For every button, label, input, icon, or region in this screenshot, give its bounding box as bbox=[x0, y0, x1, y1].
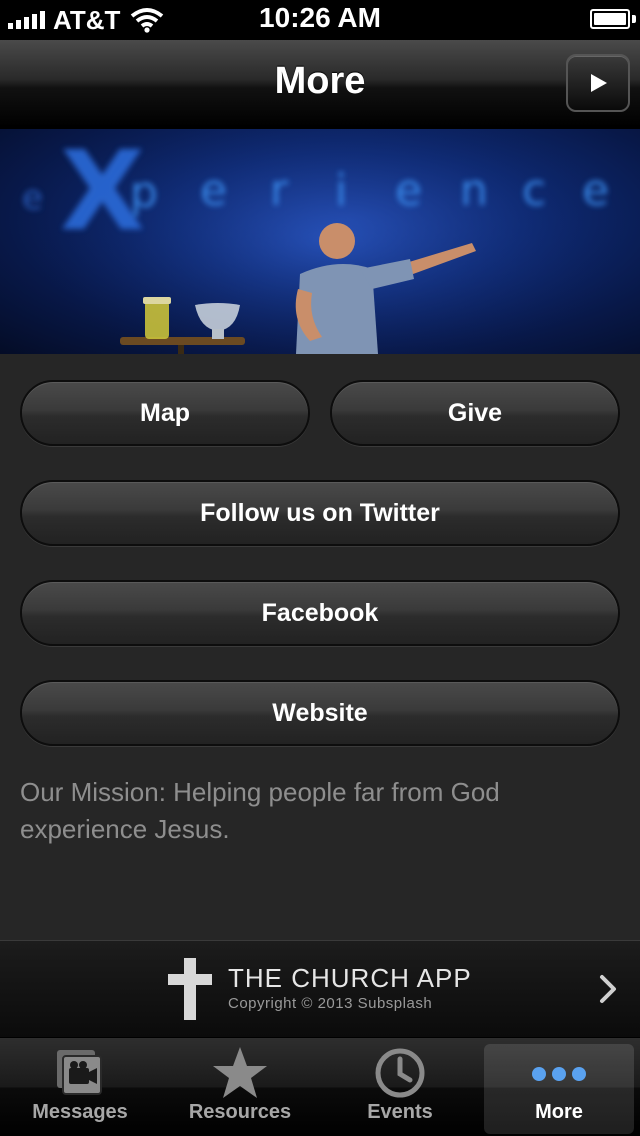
svg-text:c: c bbox=[522, 165, 546, 216]
play-icon bbox=[591, 74, 607, 92]
svg-text:e: e bbox=[200, 165, 227, 216]
church-app-banner[interactable]: THE CHURCH APP Copyright © 2013 Subsplas… bbox=[0, 940, 640, 1038]
twitter-button[interactable]: Follow us on Twitter bbox=[20, 480, 620, 546]
tab-events[interactable]: Events bbox=[320, 1038, 480, 1136]
tab-more[interactable]: More bbox=[484, 1044, 634, 1134]
page-title: More bbox=[274, 60, 366, 102]
tab-label-resources: Resources bbox=[188, 1101, 292, 1123]
svg-text:r: r bbox=[270, 165, 289, 216]
cross-icon bbox=[168, 958, 212, 1020]
status-bar: AT&T 10:26 AM bbox=[0, 0, 640, 40]
svg-text:i: i bbox=[335, 165, 347, 216]
tab-bar: Messages Resources Events More bbox=[0, 1038, 640, 1136]
tab-resources[interactable]: Resources bbox=[160, 1038, 320, 1136]
banner-illustration: e X p e r i e n c e bbox=[22, 129, 630, 354]
tab-messages[interactable]: Messages bbox=[0, 1038, 160, 1136]
church-app-title: THE CHURCH APP bbox=[228, 963, 472, 993]
battery-icon bbox=[590, 9, 630, 29]
church-banner-image: e X p e r i e n c e bbox=[0, 129, 640, 354]
svg-text:e: e bbox=[395, 165, 422, 216]
svg-text:e: e bbox=[22, 178, 43, 218]
website-button[interactable]: Website bbox=[20, 680, 620, 746]
navigation-bar: More bbox=[0, 40, 640, 128]
svg-text:e: e bbox=[582, 165, 609, 216]
facebook-button[interactable]: Facebook bbox=[20, 580, 620, 646]
status-time: 10:26 AM bbox=[259, 2, 381, 33]
tab-label-more: More bbox=[535, 1101, 583, 1123]
mission-text: Our Mission: Helping people far from God… bbox=[20, 777, 500, 844]
more-content: Map Give Follow us on Twitter Facebook W… bbox=[0, 354, 640, 940]
more-dots-icon bbox=[529, 1044, 589, 1100]
map-button[interactable]: Map bbox=[20, 380, 310, 446]
give-button[interactable]: Give bbox=[330, 380, 620, 446]
svg-text:n: n bbox=[460, 165, 488, 216]
svg-text:p: p bbox=[130, 167, 158, 218]
play-button[interactable] bbox=[566, 54, 630, 112]
copyright-text: Copyright © 2013 Subsplash bbox=[228, 995, 433, 1012]
chevron-right-icon bbox=[600, 975, 616, 1003]
tab-label-events: Events bbox=[367, 1101, 433, 1123]
battery-tip bbox=[632, 15, 636, 23]
tab-label-messages: Messages bbox=[32, 1101, 128, 1123]
messages-icon bbox=[55, 1038, 105, 1100]
star-icon bbox=[211, 1038, 269, 1100]
clock-icon bbox=[374, 1038, 426, 1100]
